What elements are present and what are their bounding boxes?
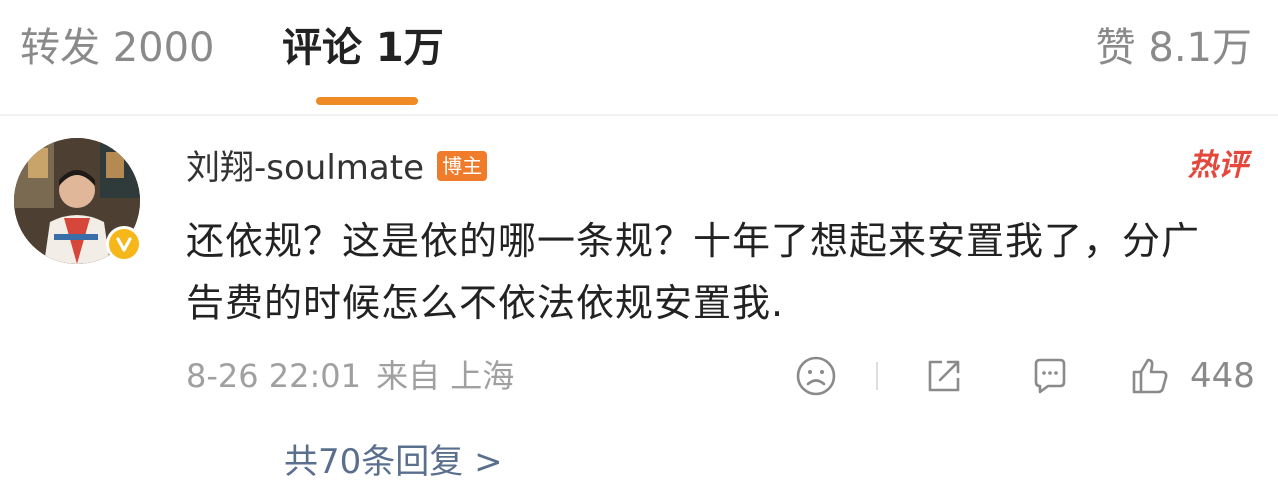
emoji-sad-icon[interactable]: [794, 354, 838, 398]
comment-text: 还依规？这是依的哪一条规？十年了想起来安置我了，分广告费的时候怎么不依法依规安置…: [186, 219, 1201, 325]
action-separator: [876, 362, 878, 390]
comment-date: 8-26 22:01: [186, 357, 362, 395]
comment-item: 刘翔-soulmate 博主 热评 还依规？这是依的哪一条规？十年了想起来安置我…: [0, 116, 1278, 482]
share-icon[interactable]: [922, 354, 966, 398]
tab-comment[interactable]: 评论 1万: [282, 20, 444, 76]
verified-icon: [106, 226, 142, 262]
tab-repost[interactable]: 转发 2000: [20, 20, 215, 76]
tab-like[interactable]: 赞 8.1万: [1096, 20, 1252, 76]
thumbs-up-icon[interactable]: [1128, 354, 1172, 398]
author-row: 刘翔-soulmate 博主: [186, 144, 488, 192]
hot-comment-label: 热评: [1188, 148, 1248, 183]
tab-bar: 转发 2000 评论 1万 赞 8.1万: [0, 0, 1278, 112]
comment-source: 来自 上海: [376, 357, 515, 395]
comment-actions: 448: [790, 354, 1260, 398]
comment-meta: 8-26 22:01 来自 上海: [186, 354, 514, 398]
active-tab-indicator: [316, 97, 418, 105]
author-badge: 博主: [437, 151, 488, 181]
view-replies-link[interactable]: 共70条回复 >: [284, 438, 503, 486]
like-count: 448: [1190, 356, 1255, 396]
author-name[interactable]: 刘翔-soulmate: [186, 148, 424, 188]
reply-icon[interactable]: [1028, 354, 1072, 398]
